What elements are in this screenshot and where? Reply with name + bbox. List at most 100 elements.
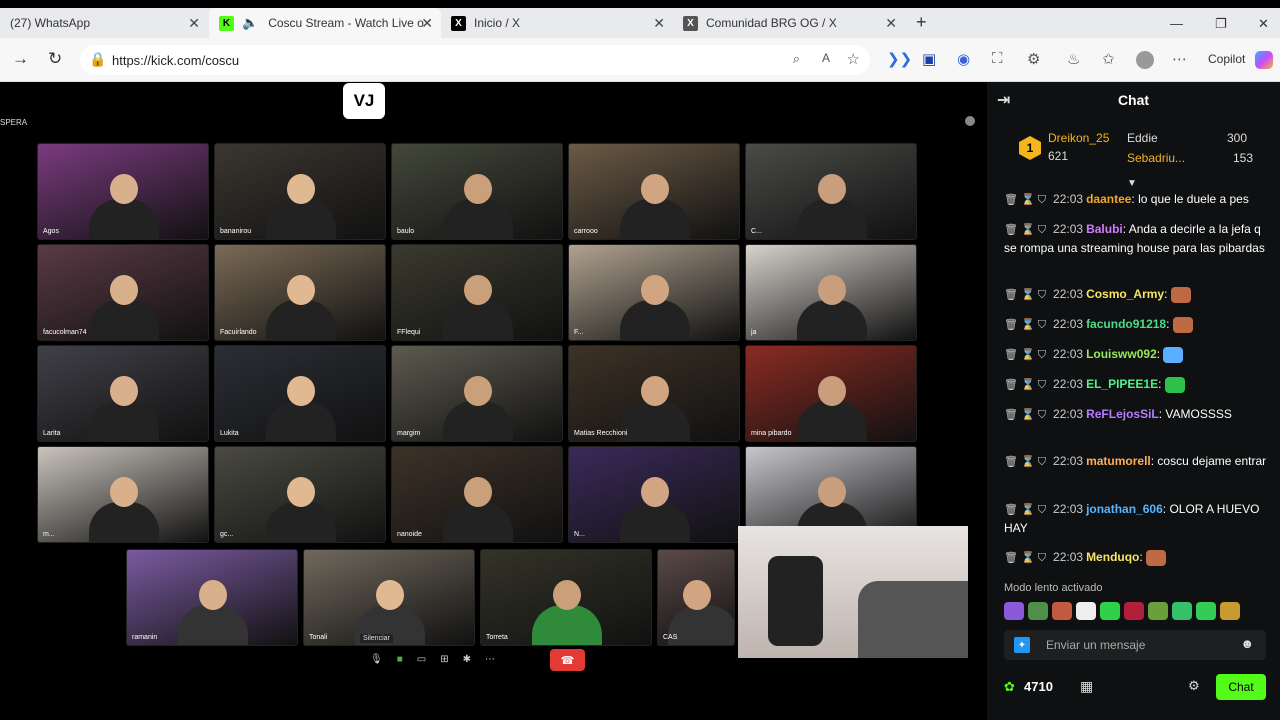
participant-tile[interactable]: carrooo: [568, 143, 740, 240]
participant-tile[interactable]: ja: [745, 244, 917, 341]
url-field[interactable]: 🔒 https://kick.com/coscu ⌕ A ☆: [80, 45, 870, 75]
participant-tile[interactable]: Matias Recchioni: [568, 345, 740, 442]
participant-tile[interactable]: baulo: [391, 143, 563, 240]
participant-tile[interactable]: Larita: [37, 345, 209, 442]
message-username[interactable]: jonathan_606: [1086, 502, 1163, 516]
emote-icon[interactable]: [1004, 602, 1024, 620]
copilot-label[interactable]: Copilot: [1208, 52, 1245, 66]
more-options-icon[interactable]: ⋯: [485, 654, 495, 665]
chat-message[interactable]: 🗑 ⌛ ⛉ 22:03 ReFLejosSiL: VAMOSSSS: [1004, 405, 1270, 424]
participant-tile[interactable]: nanoide: [391, 446, 563, 543]
tab-comunidad-x[interactable]: X Comunidad BRG OG / X ✕: [673, 8, 905, 38]
chat-message[interactable]: 🗑 ⌛ ⛉ 22:03 Cosmo_Army:: [1004, 285, 1270, 304]
minimize-icon[interactable]: —: [1170, 16, 1183, 31]
emote-icon[interactable]: [1052, 602, 1072, 620]
expand-leaderboard-icon[interactable]: ▼: [1127, 178, 1137, 189]
chat-message[interactable]: 🗑 ⌛ ⛉ 22:03 EL_PIPEE1E:: [1004, 375, 1270, 394]
grid-view-icon[interactable]: ⊞: [440, 654, 448, 665]
participant-tile[interactable]: FFlequi: [391, 244, 563, 341]
screen-share-icon[interactable]: ▭: [417, 654, 426, 665]
emote-icon[interactable]: [1076, 602, 1096, 620]
zoom-icon[interactable]: ⌕: [793, 51, 800, 67]
moderation-icons[interactable]: 🗑 ⌛ ⛉: [1004, 552, 1046, 564]
emote-icon[interactable]: [1220, 602, 1240, 620]
emote-icon[interactable]: [1028, 602, 1048, 620]
new-tab-button[interactable]: +: [916, 12, 927, 33]
refresh-icon[interactable]: ↻: [48, 49, 62, 69]
emote-icon[interactable]: [1148, 602, 1168, 620]
tab-kick[interactable]: K 🔈 Coscu Stream - Watch Live o ✕: [209, 8, 441, 38]
message-username[interactable]: EL_PIPEE1E: [1086, 377, 1158, 391]
settings-icon[interactable]: ⚙: [1188, 678, 1200, 694]
participant-tile[interactable]: Agos: [37, 143, 209, 240]
message-username[interactable]: Menduqo: [1086, 550, 1139, 564]
performance-icon[interactable]: ♨: [1067, 50, 1080, 68]
close-icon[interactable]: ✕: [885, 15, 897, 32]
extension-icon[interactable]: ▣: [922, 50, 936, 68]
message-username[interactable]: daantee: [1086, 192, 1131, 206]
chat-message[interactable]: 🗑 ⌛ ⛉ 22:03 Balubi: Anda a decirle a la je…: [1004, 220, 1270, 257]
message-username[interactable]: ReFLejosSiL: [1086, 407, 1159, 421]
leader-name[interactable]: Dreikon_25: [1048, 131, 1109, 145]
participant-tile[interactable]: facucolman74: [37, 244, 209, 341]
participant-tile[interactable]: gc...: [214, 446, 386, 543]
chat-input[interactable]: ✦ Enviar un mensaje ☻: [1004, 630, 1266, 660]
emote-icon[interactable]: [1100, 602, 1120, 620]
points-value[interactable]: 4710: [1024, 679, 1053, 694]
chat-message[interactable]: 🗑 ⌛ ⛉ 22:03 daantee: lo que le duele a pes: [1004, 190, 1270, 209]
participant-tile[interactable]: bananirou: [214, 143, 386, 240]
copilot-icon[interactable]: [1255, 51, 1273, 69]
speaker-icon[interactable]: 🔈: [242, 15, 258, 31]
extensions-icon[interactable]: ⚙: [1027, 50, 1040, 68]
moderation-icons[interactable]: 🗑 ⌛ ⛉: [1004, 224, 1046, 236]
send-chat-button[interactable]: Chat: [1216, 674, 1266, 700]
store-icon[interactable]: ▦: [1080, 678, 1093, 695]
participant-tile[interactable]: ramanin: [126, 549, 298, 646]
moderation-icons[interactable]: 🗑 ⌛ ⛉: [1004, 379, 1046, 391]
participant-tile[interactable]: Facuirlando: [214, 244, 386, 341]
emote-icon[interactable]: [1124, 602, 1144, 620]
moderation-icons[interactable]: 🗑 ⌛ ⛉: [1004, 349, 1046, 361]
participant-tile[interactable]: m...: [37, 446, 209, 543]
participant-tile[interactable]: F...: [568, 244, 740, 341]
emote-icon[interactable]: [1196, 602, 1216, 620]
forward-icon[interactable]: →: [12, 49, 29, 69]
moderation-icons[interactable]: 🗑 ⌛ ⛉: [1004, 289, 1046, 301]
participant-tile[interactable]: Lukita: [214, 345, 386, 442]
restore-icon[interactable]: ❐: [1215, 16, 1227, 32]
kick-emote-icon[interactable]: ✦: [1014, 637, 1030, 653]
participant-tile[interactable]: Torreta: [480, 549, 652, 646]
effects-icon[interactable]: ✱: [463, 654, 471, 665]
participant-tile[interactable]: Tonali: [303, 549, 475, 646]
message-username[interactable]: matumorell: [1086, 454, 1151, 468]
moderation-icons[interactable]: 🗑 ⌛ ⛉: [1004, 319, 1046, 331]
collapse-chat-icon[interactable]: ⇥: [997, 90, 1010, 110]
tab-inicio-x[interactable]: X Inicio / X ✕: [441, 8, 673, 38]
participant-tile[interactable]: N...: [568, 446, 740, 543]
close-icon[interactable]: ✕: [653, 15, 665, 32]
participant-tile[interactable]: CAS: [657, 549, 735, 646]
third-name[interactable]: Sebadriu...: [1127, 151, 1185, 165]
profile-avatar[interactable]: [1136, 51, 1154, 69]
read-aloud-icon[interactable]: A: [822, 51, 830, 65]
chat-message[interactable]: 🗑 ⌛ ⛉ 22:03 Menduqo:: [1004, 548, 1270, 567]
close-icon[interactable]: ✕: [421, 15, 433, 32]
moderation-icons[interactable]: 🗑 ⌛ ⛉: [1004, 409, 1046, 421]
chat-message[interactable]: 🗑 ⌛ ⛉ 22:03 Louisww092:: [1004, 345, 1270, 364]
close-window-icon[interactable]: ✕: [1258, 16, 1269, 32]
moderation-icons[interactable]: 🗑 ⌛ ⛉: [1004, 194, 1046, 206]
moderation-icons[interactable]: 🗑 ⌛ ⛉: [1004, 504, 1046, 516]
microphone-icon[interactable]: 🎙: [370, 654, 383, 665]
end-call-button[interactable]: ☎: [550, 649, 585, 671]
tab-whatsapp[interactable]: (27) WhatsApp ✕: [0, 8, 208, 38]
close-icon[interactable]: ✕: [188, 15, 200, 32]
chat-message[interactable]: 🗑 ⌛ ⛉ 22:03 jonathan_606: OLOR A HUEVO HAY: [1004, 500, 1270, 537]
message-username[interactable]: Balubi: [1086, 222, 1123, 236]
message-username[interactable]: facundo91218: [1086, 317, 1166, 331]
message-username[interactable]: Cosmo_Army: [1086, 287, 1164, 301]
participant-tile[interactable]: mina pibardo: [745, 345, 917, 442]
chat-message[interactable]: 🗑 ⌛ ⛉ 22:03 matumorell: coscu dejame entra…: [1004, 452, 1270, 471]
favorites-icon[interactable]: ✩: [1102, 50, 1115, 68]
screenshot-icon[interactable]: ⛶: [992, 50, 1003, 67]
stream-video[interactable]: VJ SPERA Agos bananirou baulo carrooo C... fa…: [0, 82, 987, 720]
